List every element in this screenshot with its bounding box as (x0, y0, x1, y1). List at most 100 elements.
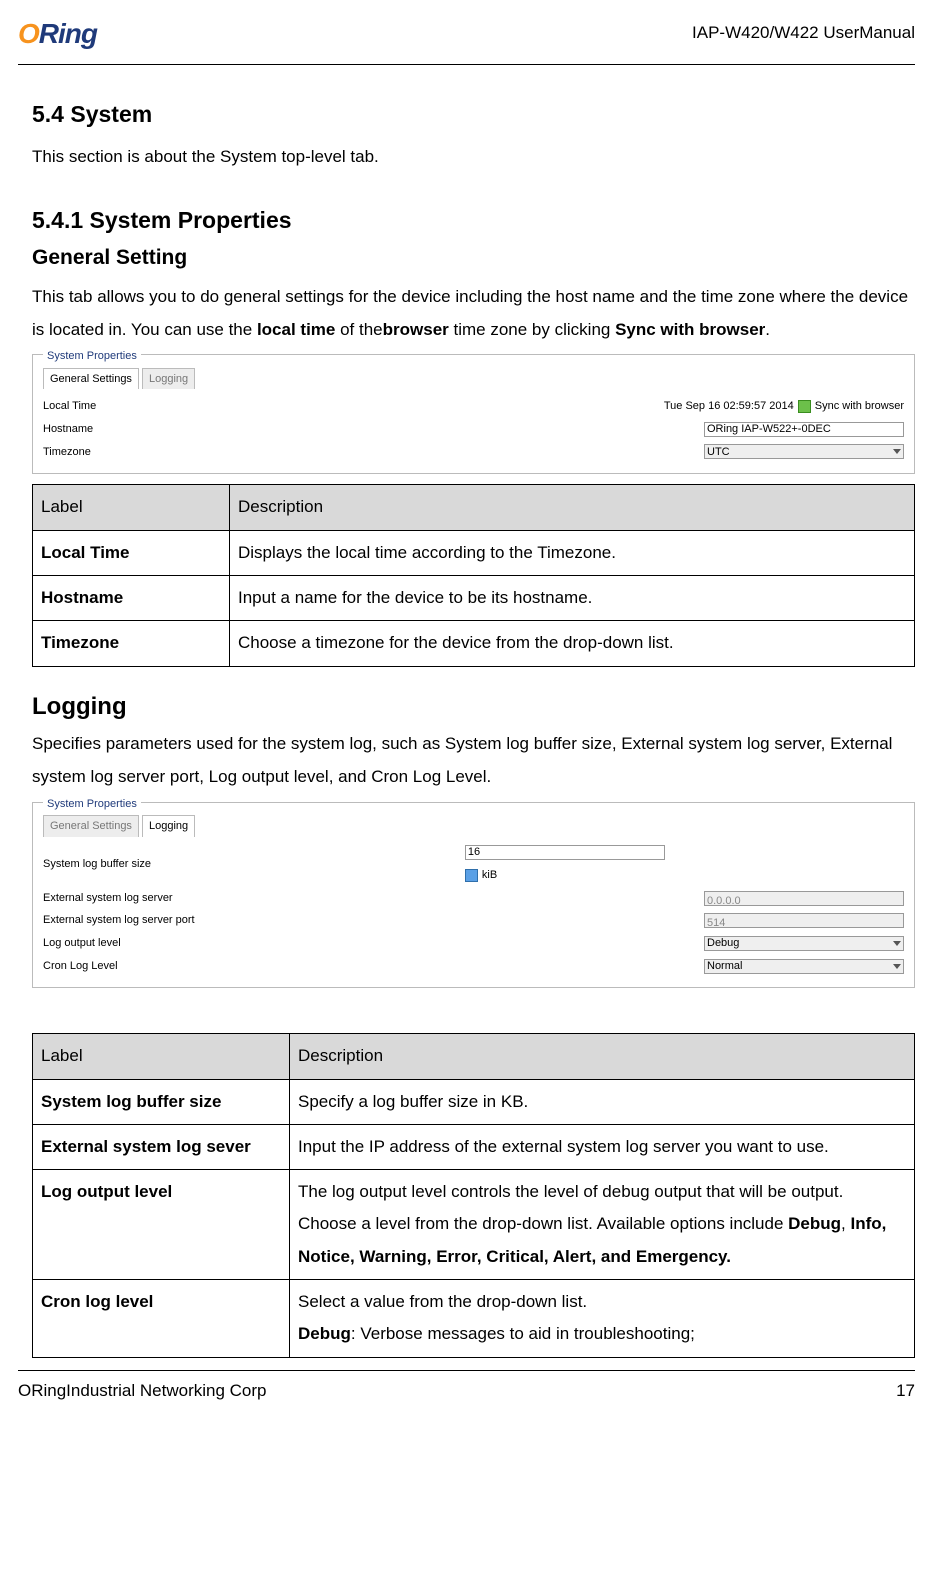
chevron-down-icon (893, 449, 901, 454)
table-row: External system log sever Input the IP a… (33, 1124, 915, 1169)
table-row: Cron log level Select a value from the d… (33, 1280, 915, 1358)
fig-row-extport: External system log server port 514 (43, 909, 904, 932)
fig-label: Log output level (43, 934, 456, 953)
fig-row-hostname: Hostname (43, 418, 904, 441)
chevron-down-icon (893, 964, 901, 969)
section-intro: This section is about the System top-lev… (32, 140, 915, 173)
cronlevel-value: Normal (707, 957, 742, 976)
logging-para: Specifies parameters used for the system… (32, 727, 915, 793)
table-row: Timezone Choose a timezone for the devic… (33, 621, 915, 666)
table-row: System log buffer size Specify a log buf… (33, 1079, 915, 1124)
cell-text: : Verbose messages to aid in troubleshoo… (351, 1324, 695, 1343)
bufsize-input[interactable] (465, 845, 665, 860)
tab-general-settings[interactable]: General Settings (43, 368, 139, 390)
figure-logging: System Properties General Settings Loggi… (32, 802, 915, 989)
general-setting-heading: General Setting (32, 240, 915, 276)
table-cell: Hostname (33, 575, 230, 620)
fig-label: External system log server port (43, 911, 456, 930)
tab-logging[interactable]: Logging (142, 368, 195, 390)
tab-logging[interactable]: Logging (142, 815, 195, 837)
figure-legend: System Properties (43, 347, 141, 366)
general-setting-para: This tab allows you to do general settin… (32, 280, 915, 346)
table-cell: The log output level controls the level … (290, 1170, 915, 1280)
fig-label: Hostname (43, 420, 456, 439)
subsection-heading: 5.4.1 System Properties (32, 201, 915, 240)
fig-label: System log buffer size (43, 855, 456, 874)
section-heading: 5.4 System (32, 95, 915, 134)
page-header: ORing IAP-W420/W422 UserManual (18, 10, 915, 62)
doc-title: IAP-W420/W422 UserManual (692, 19, 915, 48)
fig-label: Local Time (43, 397, 456, 416)
localtime-value: Tue Sep 16 02:59:57 2014 (664, 397, 794, 416)
sync-link[interactable]: Sync with browser (815, 397, 904, 416)
cell-bold: Debug (788, 1214, 841, 1233)
info-icon (465, 869, 478, 882)
para-text: time zone by clicking (449, 320, 615, 339)
table-header: Label (33, 1034, 290, 1079)
loglevel-select[interactable]: Debug (704, 936, 904, 951)
figure-legend: System Properties (43, 795, 141, 814)
table-cell: Choose a timezone for the device from th… (230, 621, 915, 666)
fig-row-timezone: Timezone UTC (43, 441, 904, 464)
table-logging: Label Description System log buffer size… (32, 1033, 915, 1357)
table-cell: Local Time (33, 530, 230, 575)
table-row: Hostname Input a name for the device to … (33, 575, 915, 620)
header-rule (18, 64, 915, 65)
page-footer: ORingIndustrial Networking Corp 17 (18, 1377, 915, 1410)
fig-row-loglvl: Log output level Debug (43, 932, 904, 955)
cronlevel-select[interactable]: Normal (704, 959, 904, 974)
loglevel-value: Debug (707, 934, 739, 953)
table-cell: Input the IP address of the external sys… (290, 1124, 915, 1169)
table-cell: External system log sever (33, 1124, 290, 1169)
para-bold: Sync with browser (615, 320, 765, 339)
timezone-select[interactable]: UTC (704, 444, 904, 459)
table-header: Description (230, 485, 915, 530)
cell-text: The log output level controls the level … (298, 1182, 843, 1233)
fig-row-localtime: Local Time Tue Sep 16 02:59:57 2014 Sync… (43, 395, 904, 418)
para-text: . (765, 320, 770, 339)
fig-label: Timezone (43, 443, 456, 462)
table-row: Local Time Displays the local time accor… (33, 530, 915, 575)
figure-general-settings: System Properties General Settings Loggi… (32, 354, 915, 474)
table-row: Log output level The log output level co… (33, 1170, 915, 1280)
fig-label: External system log server (43, 889, 456, 908)
timezone-value: UTC (707, 443, 730, 462)
table-header: Label (33, 485, 230, 530)
table-cell: Specify a log buffer size in KB. (290, 1079, 915, 1124)
fig-tabs: General Settings Logging (43, 368, 904, 390)
table-cell: Input a name for the device to be its ho… (230, 575, 915, 620)
table-general-settings: Label Description Local Time Displays th… (32, 484, 915, 666)
bufsize-hint: kiB (482, 866, 497, 885)
hostname-input[interactable] (704, 422, 904, 437)
table-cell: Select a value from the drop-down list. … (290, 1280, 915, 1358)
table-header-row: Label Description (33, 485, 915, 530)
logging-heading: Logging (32, 687, 915, 728)
para-text: of the (335, 320, 382, 339)
footer-page-number: 17 (896, 1377, 915, 1406)
table-cell: Log output level (33, 1170, 290, 1280)
fig-row-cronlvl: Cron Log Level Normal (43, 955, 904, 978)
fig-row-bufsize: System log buffer size kiB (43, 843, 904, 887)
cell-text: Select a value from the drop-down list. (298, 1292, 587, 1311)
table-header: Description (290, 1034, 915, 1079)
para-bold: browser (383, 320, 449, 339)
table-cell: Displays the local time according to the… (230, 530, 915, 575)
para-bold: local time (257, 320, 335, 339)
logo: ORing (18, 10, 97, 58)
chevron-down-icon (893, 941, 901, 946)
fig-row-extsrv: External system log server 0.0.0.0 (43, 887, 904, 910)
footer-rule (18, 1370, 915, 1371)
footer-left: ORingIndustrial Networking Corp (18, 1377, 267, 1406)
logo-o: O (18, 18, 39, 49)
table-cell: Timezone (33, 621, 230, 666)
logo-ring: Ring (39, 18, 97, 49)
table-cell: Cron log level (33, 1280, 290, 1358)
extsrv-input[interactable]: 0.0.0.0 (704, 891, 904, 906)
table-cell: System log buffer size (33, 1079, 290, 1124)
extport-input[interactable]: 514 (704, 913, 904, 928)
tab-general-settings[interactable]: General Settings (43, 815, 139, 837)
table-header-row: Label Description (33, 1034, 915, 1079)
cell-bold: Debug (298, 1324, 351, 1343)
sync-icon (798, 400, 811, 413)
fig-label: Cron Log Level (43, 957, 456, 976)
